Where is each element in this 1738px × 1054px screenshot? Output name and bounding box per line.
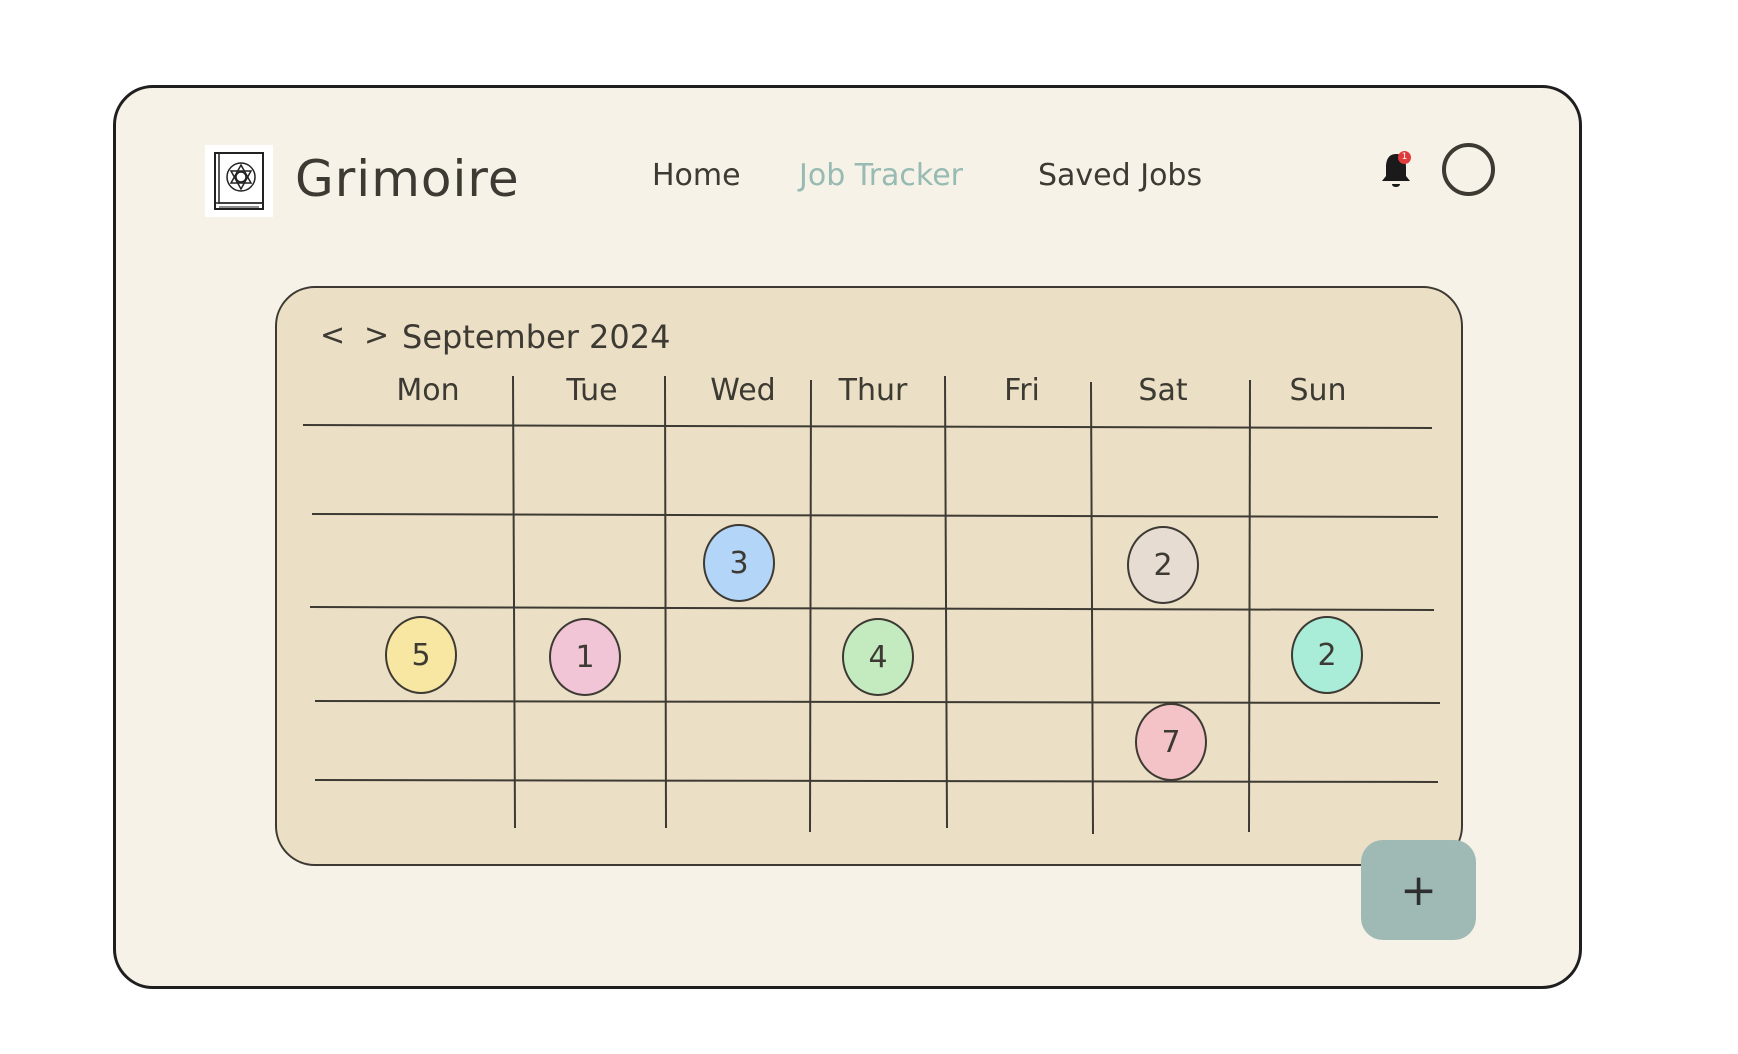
day-header-sat: Sat xyxy=(1138,373,1188,408)
nav-saved-jobs[interactable]: Saved Jobs xyxy=(1038,158,1202,193)
event-badge[interactable]: 1 xyxy=(549,618,621,696)
day-header-mon: Mon xyxy=(396,373,460,408)
event-badge[interactable]: 7 xyxy=(1135,703,1207,781)
app-title: Grimoire xyxy=(295,150,520,208)
nav-job-tracker[interactable]: Job Tracker xyxy=(799,158,963,193)
day-header-tue: Tue xyxy=(566,373,618,408)
day-header-thur: Thur xyxy=(838,373,908,408)
event-badge[interactable]: 5 xyxy=(385,616,457,694)
notification-badge: 1 xyxy=(1398,151,1411,164)
nav-home[interactable]: Home xyxy=(652,158,741,193)
add-job-button[interactable]: + xyxy=(1361,840,1476,940)
day-header-sun: Sun xyxy=(1289,373,1347,408)
event-badge[interactable]: 2 xyxy=(1127,526,1199,604)
notifications-button[interactable]: 1 xyxy=(1376,148,1416,192)
day-header-wed: Wed xyxy=(710,373,776,408)
prev-month-button[interactable]: < xyxy=(320,318,345,353)
event-badge[interactable]: 2 xyxy=(1291,616,1363,694)
user-avatar-icon[interactable] xyxy=(1442,143,1495,196)
spellbook-icon xyxy=(205,145,273,217)
next-month-button[interactable]: > xyxy=(364,318,389,353)
event-badge[interactable]: 3 xyxy=(703,524,775,602)
month-title: September 2024 xyxy=(402,318,671,356)
day-header-fri: Fri xyxy=(1004,373,1040,408)
event-badge[interactable]: 4 xyxy=(842,618,914,696)
